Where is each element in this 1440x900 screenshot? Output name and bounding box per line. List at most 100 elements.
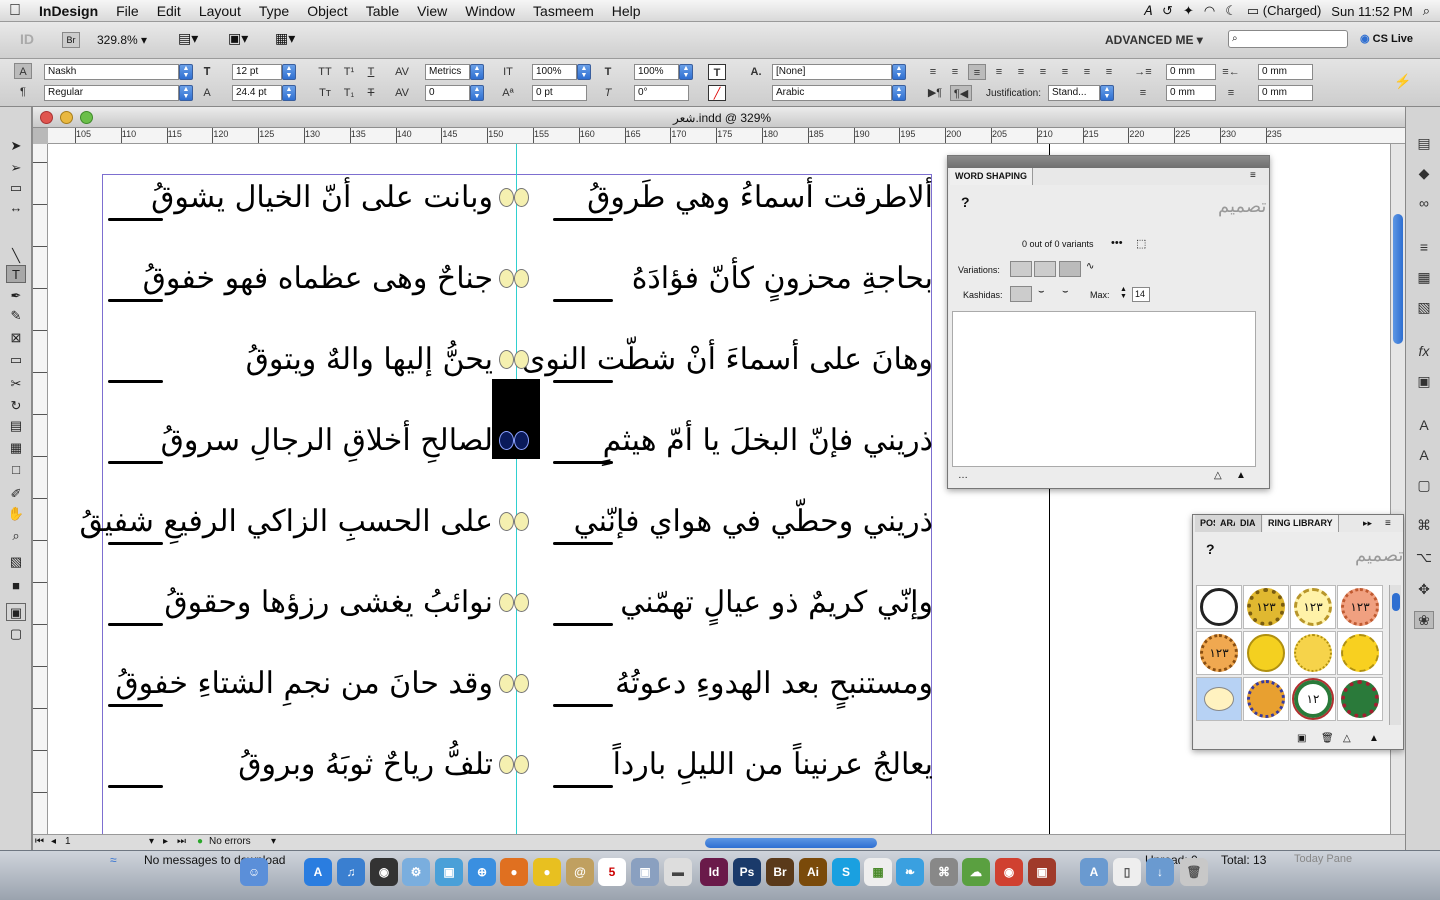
hand-tool-icon[interactable]: ✋ xyxy=(6,505,26,523)
tracking-dropdown[interactable]: ▲ ▼ xyxy=(470,85,484,101)
first-page-icon[interactable]: ⏮ xyxy=(35,836,44,847)
applications-folder-icon[interactable]: A xyxy=(1080,858,1108,886)
formatting-container-icon[interactable]: ■ xyxy=(6,577,26,595)
ring-footer-icon-1[interactable]: △ xyxy=(1343,733,1351,744)
skype-dock-icon[interactable]: S xyxy=(832,858,860,886)
verse-first-hemistich[interactable]: يعالجُ عرنيناً من الليلِ بارداً xyxy=(613,747,933,782)
verse-separator-ring-icon[interactable] xyxy=(499,267,531,291)
verse-second-hemistich[interactable]: على الحسبِ الزاكي الرفيعِ شفيقُ xyxy=(80,504,493,539)
screen-mode-icon[interactable]: ▣▾ xyxy=(228,30,248,47)
justification-dropdown[interactable]: ▲ ▼ xyxy=(1100,85,1114,101)
ring-cell[interactable] xyxy=(1243,631,1289,675)
zoom-window-button[interactable] xyxy=(80,111,93,124)
subscript-button[interactable]: T₁ xyxy=(340,85,358,101)
help-icon[interactable]: ? xyxy=(961,194,970,210)
rectangle-tool-icon[interactable]: ▭ xyxy=(6,351,26,369)
menu-type[interactable]: Type xyxy=(250,3,298,19)
zoom-level-dropdown[interactable]: 329.8% ▾ xyxy=(97,33,147,47)
baseline-shift-field[interactable]: 0 pt xyxy=(532,85,587,101)
variants-preview-area[interactable] xyxy=(952,311,1256,467)
chrome-icon[interactable]: ◉ xyxy=(995,858,1023,886)
variation-button-3[interactable] xyxy=(1059,261,1081,277)
align-away-spine-button[interactable]: ≡ xyxy=(1100,64,1118,80)
character-mode-icon[interactable]: A xyxy=(14,63,32,79)
kashida-button-3[interactable]: ⌣ xyxy=(1062,286,1082,302)
vertical-scale-field[interactable]: 100% xyxy=(532,64,577,80)
verse-separator-ring-icon[interactable] xyxy=(499,672,531,696)
twitter-icon[interactable]: ❧ xyxy=(896,858,924,886)
indesign-dock-icon[interactable]: Id xyxy=(700,858,728,886)
stroke-none-icon[interactable]: ╱ xyxy=(708,85,726,101)
superscript-button[interactable]: T¹ xyxy=(340,64,358,80)
verse-first-hemistich[interactable]: بحاجةِ محزونٍ كأنّ فؤادَهُ xyxy=(632,261,933,296)
ring-cell[interactable]: ١٢٣ xyxy=(1243,585,1289,629)
verse-second-hemistich[interactable]: لصالحِ أخلاقِ الرجالِ سروقُ xyxy=(161,423,493,458)
variation-button-4[interactable]: ∿ xyxy=(1086,261,1106,277)
delete-ring-icon[interactable]: 🗑 xyxy=(1321,733,1334,744)
ring-cell[interactable] xyxy=(1196,585,1242,629)
verse-second-hemistich[interactable]: وبانت على أنّ الخيال يشوقُ xyxy=(151,180,493,215)
illustrator-dock-icon[interactable]: Ai xyxy=(799,858,827,886)
clock[interactable]: Sun 11:52 PM xyxy=(1331,4,1412,19)
photoshop-dock-icon[interactable]: Ps xyxy=(733,858,761,886)
paragraph-mode-icon[interactable]: ¶ xyxy=(14,84,32,100)
pages-panel-icon[interactable]: ▤ xyxy=(1414,135,1434,153)
utility-icon[interactable]: ⌘ xyxy=(930,858,958,886)
rectangle-frame-tool-icon[interactable]: ⊠ xyxy=(6,329,26,347)
language-field[interactable]: Arabic xyxy=(772,85,892,101)
view-options-icon[interactable]: ▤▾ xyxy=(178,30,198,47)
verse-second-hemistich[interactable]: تلفُّ رياحٌ ثوبَهُ وبروقُ xyxy=(238,747,493,782)
ring-library-panel-icon[interactable]: ❀ xyxy=(1414,611,1434,629)
new-ring-icon[interactable]: ▣ xyxy=(1297,733,1306,744)
selection-tool-icon[interactable]: ➤ xyxy=(6,137,26,155)
verse-separator-ring-icon[interactable] xyxy=(499,429,531,453)
stroke-panel-icon[interactable]: ≡ xyxy=(1414,239,1434,257)
character-panel-icon[interactable]: A xyxy=(1414,417,1434,435)
gap-tool-icon[interactable]: ↔ xyxy=(6,199,26,217)
ring-cell[interactable]: ١٢٣ xyxy=(1196,631,1242,675)
wifi-icon[interactable]: ◠ xyxy=(1204,3,1215,19)
align-right-button[interactable]: ≡ xyxy=(968,64,986,80)
safari-icon[interactable]: ⊕ xyxy=(468,858,496,886)
downloads-folder-icon[interactable]: ↓ xyxy=(1146,858,1174,886)
previous-page-icon[interactable]: ◂ xyxy=(51,836,56,847)
page-number-field[interactable]: 1 xyxy=(65,836,125,847)
ring-cell[interactable]: ١٢٣ xyxy=(1290,585,1336,629)
verse-first-hemistich[interactable]: وإنّي كريمٌ ذو عيالٍ تهمّني xyxy=(620,585,933,620)
align-left-button[interactable]: ≡ xyxy=(924,64,942,80)
ring-library-scrollbar[interactable] xyxy=(1389,585,1401,725)
skew-field[interactable]: 0° xyxy=(634,85,689,101)
tasmeem-kashida-icon[interactable]: ⌥ xyxy=(1414,549,1434,567)
font-style-field[interactable]: Regular xyxy=(44,85,179,101)
menu-window[interactable]: Window xyxy=(456,3,524,19)
verse-second-hemistich[interactable]: نوائبُ يغشى رزؤها وحقوقُ xyxy=(164,585,493,620)
ring-footer-icon-2[interactable]: ▲ xyxy=(1369,733,1379,744)
itunes-icon[interactable]: ♫ xyxy=(337,858,365,886)
workspace-switcher[interactable]: ADVANCED ME ▾ xyxy=(1105,33,1203,47)
resize-grip-icon[interactable]: … xyxy=(958,470,968,481)
cloud-icon[interactable]: ☁ xyxy=(962,858,990,886)
underline-button[interactable]: T xyxy=(362,64,380,80)
calendar-icon[interactable]: 5 xyxy=(598,858,626,886)
scissors-tool-icon[interactable]: ✂ xyxy=(6,375,26,393)
horizontal-ruler[interactable]: 105 110 115 120 125 130 135 140 145 150 155 160 165 1… xyxy=(48,128,1405,144)
tab-ring-library[interactable]: RING LIBRARY xyxy=(1263,515,1339,532)
close-window-button[interactable] xyxy=(40,111,53,124)
verse-second-hemistich[interactable]: وقد حانَ من نجمِ الشتاءِ خفوقُ xyxy=(115,666,493,701)
photos-icon[interactable]: ▣ xyxy=(631,858,659,886)
horizontal-scale-dropdown[interactable]: ▲ ▼ xyxy=(679,64,693,80)
horizontal-scale-field[interactable]: 100% xyxy=(634,64,679,80)
align-center-button[interactable]: ≡ xyxy=(946,64,964,80)
apple-icon[interactable]:  xyxy=(0,2,30,20)
tasmeem-panel-icon[interactable]: ⌘ xyxy=(1414,517,1434,535)
gradient-feather-tool-icon[interactable]: ▦ xyxy=(6,439,26,457)
contacts-icon[interactable]: @ xyxy=(566,858,594,886)
vertical-scroll-thumb[interactable] xyxy=(1393,214,1403,344)
space-before-field[interactable]: 0 mm xyxy=(1166,85,1216,101)
paragraph-styles-panel-icon[interactable]: A xyxy=(1414,447,1434,465)
verse-first-hemistich[interactable]: ذريني وحطّي في هواي فإنّني xyxy=(574,504,933,539)
battery-status[interactable]: ▭ (Charged) xyxy=(1247,3,1321,19)
kashida-button-1[interactable] xyxy=(1010,286,1032,302)
type-tool-icon[interactable]: T xyxy=(6,265,26,283)
minimize-window-button[interactable] xyxy=(60,111,73,124)
